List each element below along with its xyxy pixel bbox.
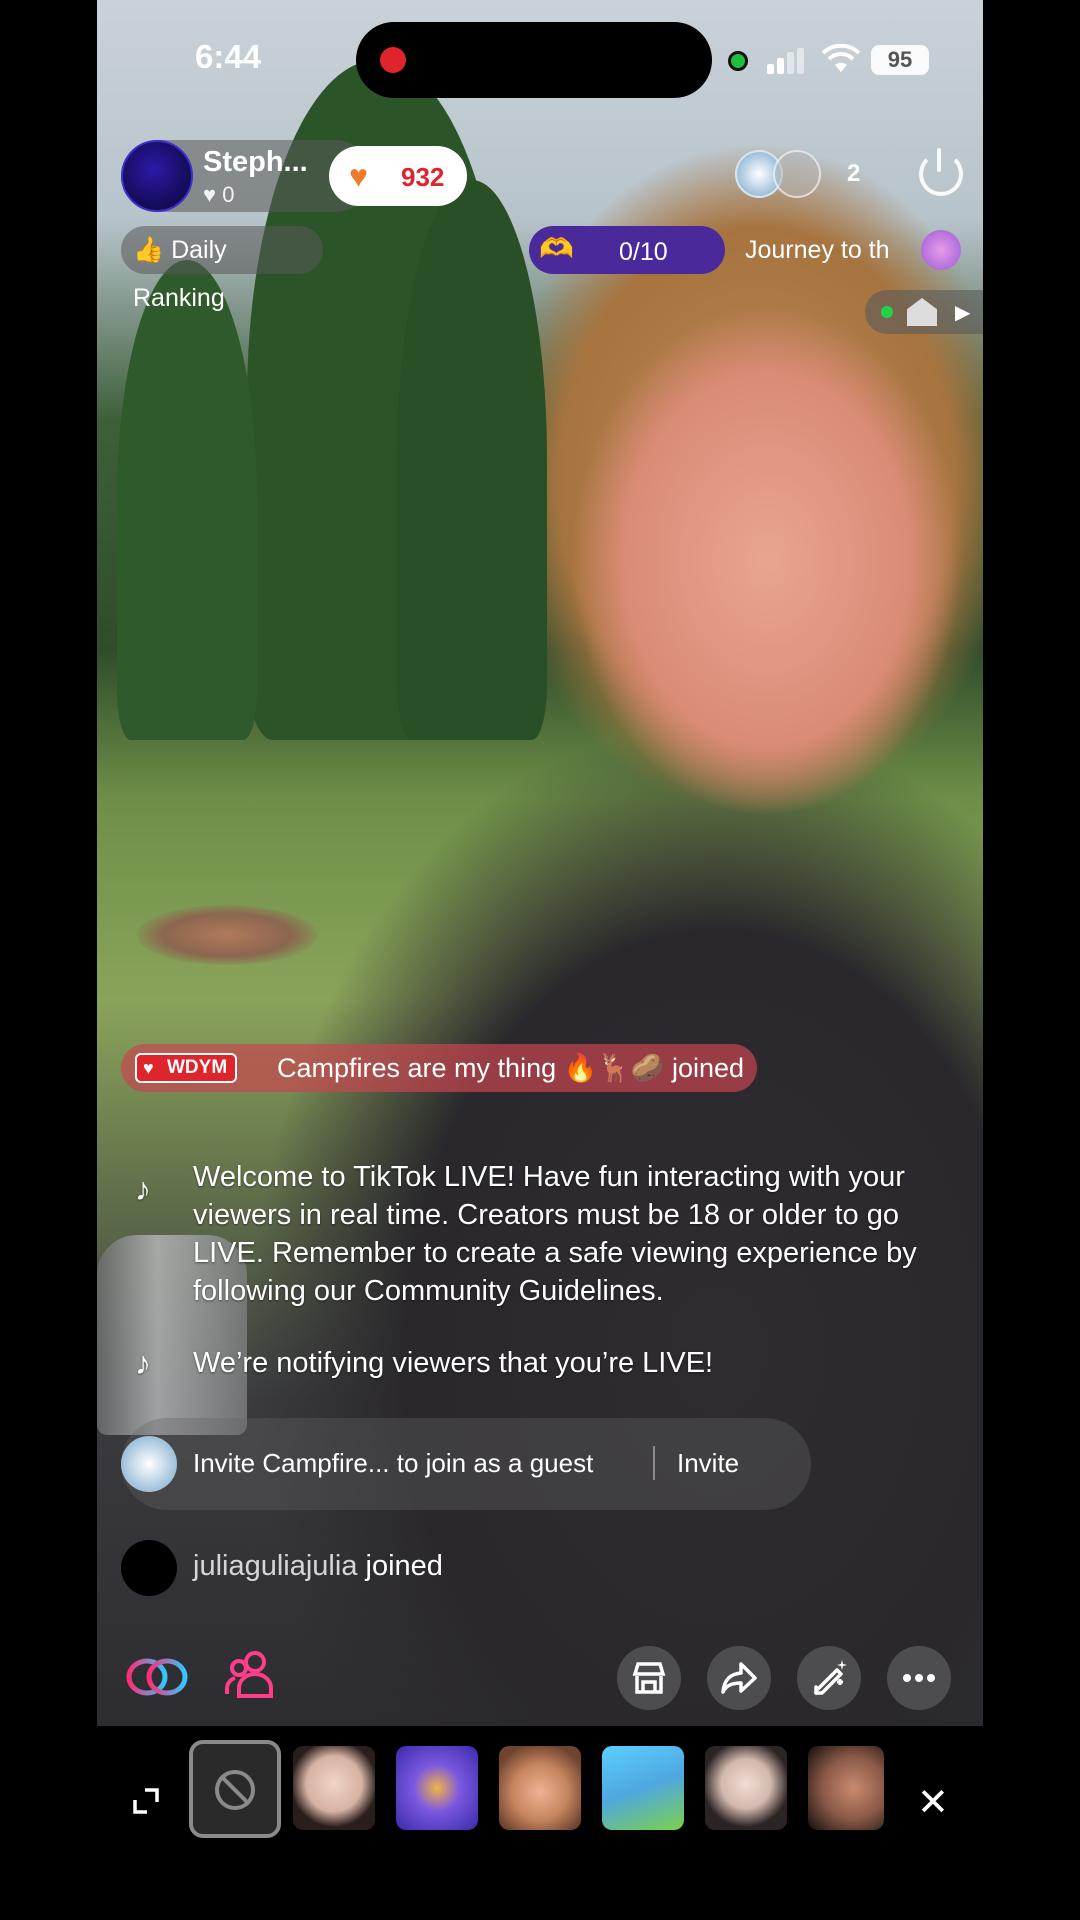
no-effect-button[interactable] xyxy=(189,1740,281,1838)
tiktok-icon: ♪ xyxy=(135,1171,151,1207)
joined-banner-text: Campfires are my thing 🔥🦌🥔 joined xyxy=(277,1053,745,1083)
battery-indicator: 95 xyxy=(871,45,929,75)
no-effect-icon xyxy=(215,1770,255,1810)
shop-button[interactable] xyxy=(617,1646,681,1710)
gift-icon xyxy=(921,230,961,270)
signal-icon xyxy=(767,48,807,74)
more-icon xyxy=(903,1674,935,1682)
viewer-count[interactable]: 2 xyxy=(847,160,860,188)
tiktok-icon: ♪ xyxy=(135,1345,151,1381)
magic-pen-button[interactable] xyxy=(797,1646,861,1710)
heart-icon: ♥ xyxy=(203,182,217,207)
welcome-message: ♪ Welcome to TikTok LIVE! Have fun inter… xyxy=(121,1158,961,1310)
join-action: joined xyxy=(365,1550,443,1582)
thumbs-up-icon: 👍 xyxy=(133,236,165,264)
tree xyxy=(117,260,257,740)
join-text: juliaguliajulia joined xyxy=(193,1538,443,1594)
welcome-text: Welcome to TikTok LIVE! Have fun interac… xyxy=(193,1161,917,1307)
divider xyxy=(653,1446,655,1480)
journey-badge[interactable]: Journey to th xyxy=(745,226,983,274)
journey-label: Journey to th xyxy=(745,236,890,264)
share-button[interactable] xyxy=(707,1646,771,1710)
campfire xyxy=(137,905,317,965)
invite-guest-row: Invite Campfire... to join as a guest In… xyxy=(121,1418,811,1510)
daily-ranking-badge[interactable]: 👍 Daily Ranking xyxy=(121,226,323,312)
guest-avatar xyxy=(121,1436,177,1492)
magic-pen-icon xyxy=(813,1660,847,1696)
live-screen: 6:44 95 Steph... ♥ 0 ♥ 932 2 👍 Daily Ran… xyxy=(97,0,983,1920)
host-likes-count: 0 xyxy=(222,182,235,207)
status-bar: 6:44 95 xyxy=(97,0,983,120)
online-dot-icon xyxy=(881,306,893,318)
host-avatar[interactable] xyxy=(121,140,193,212)
effect-thumbnail[interactable] xyxy=(396,1746,478,1830)
shop-icon xyxy=(632,1662,666,1694)
joined-banner: WDYM Campfires are my thing 🔥🦌🥔 joined xyxy=(121,1044,757,1092)
wifi-icon xyxy=(821,44,861,72)
viewer-avatar[interactable] xyxy=(773,150,821,198)
effect-thumbnail[interactable] xyxy=(602,1746,684,1830)
host-name: Steph... xyxy=(203,146,308,178)
heart-icon: ♥ xyxy=(349,158,368,194)
fan-badge: WDYM xyxy=(135,1053,238,1083)
home-icon xyxy=(907,298,937,326)
end-live-icon[interactable] xyxy=(919,148,963,196)
effect-thumbnail[interactable] xyxy=(808,1746,884,1830)
join-username[interactable]: juliaguliajulia xyxy=(193,1550,357,1582)
live-controls-pill[interactable]: ▶ xyxy=(865,290,983,334)
coins-badge[interactable]: ♥ 932 xyxy=(329,146,467,206)
expand-icon[interactable] xyxy=(131,1786,161,1816)
dynamic-island xyxy=(356,22,712,98)
effect-thumbnail[interactable] xyxy=(499,1746,581,1830)
tree xyxy=(397,180,547,740)
effect-thumbnail[interactable] xyxy=(293,1746,375,1830)
effects-tray: ✕ xyxy=(97,1726,983,1920)
hug-icon: 🫶 xyxy=(539,233,574,264)
notify-message: ♪ We’re notifying viewers that you’re LI… xyxy=(121,1344,961,1382)
goal-badge[interactable]: 🫶 0/10 xyxy=(529,226,725,274)
host-likes: ♥ 0 xyxy=(203,182,234,208)
close-icon[interactable]: ✕ xyxy=(917,1780,949,1825)
share-icon xyxy=(721,1662,757,1694)
people-icon[interactable] xyxy=(225,1648,273,1700)
more-button[interactable] xyxy=(887,1646,951,1710)
status-time: 6:44 xyxy=(195,38,262,75)
user-avatar[interactable] xyxy=(121,1540,177,1596)
notify-text: We’re notifying viewers that you’re LIVE… xyxy=(193,1347,714,1379)
goal-progress: 0/10 xyxy=(619,238,668,266)
links-icon[interactable] xyxy=(125,1652,189,1702)
invite-button[interactable]: Invite xyxy=(677,1448,739,1479)
invite-guest-text: Invite Campfire... to join as a guest xyxy=(193,1448,594,1478)
recording-icon xyxy=(380,47,406,73)
effect-thumbnail[interactable] xyxy=(705,1746,787,1830)
coins-count: 932 xyxy=(401,162,445,192)
chevron-right-icon: ▶ xyxy=(955,302,971,324)
camera-indicator-icon xyxy=(728,51,748,71)
